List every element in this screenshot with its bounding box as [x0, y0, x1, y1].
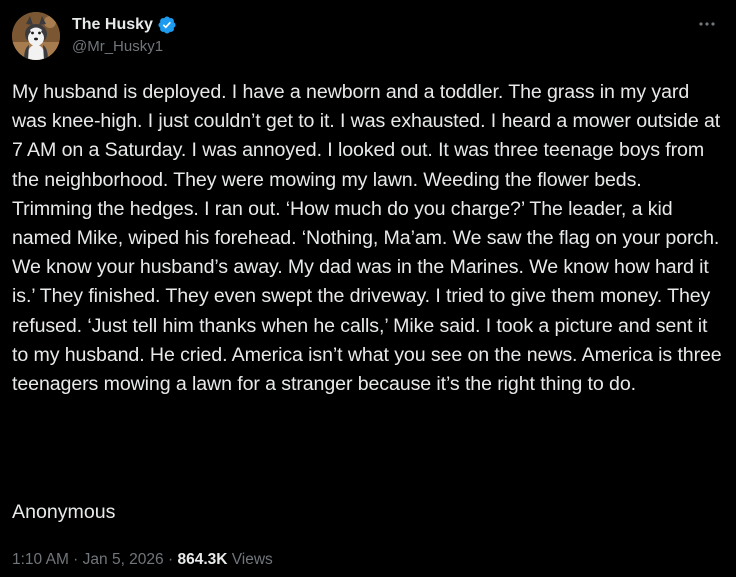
post-time[interactable]: 1:10 AM [12, 551, 69, 568]
views-label: Views [227, 551, 273, 568]
display-name-row: The Husky [72, 14, 177, 36]
views-count[interactable]: 864.3K [177, 551, 227, 568]
post-date[interactable]: Jan 5, 2026 [83, 551, 164, 568]
author-handle[interactable]: @Mr_Husky1 [72, 37, 177, 57]
post-header: The Husky @Mr_Husky1 [12, 12, 724, 60]
post-text: My husband is deployed. I have a newborn… [12, 78, 724, 399]
post-signoff: Anonymous [12, 501, 116, 523]
meta-separator: · [163, 551, 178, 568]
ellipsis-icon[interactable] [696, 14, 718, 34]
post-body-paragraph: My husband is deployed. I have a newborn… [12, 81, 722, 396]
avatar[interactable] [12, 12, 60, 60]
husky-dog-avatar-icon [12, 12, 60, 60]
display-name[interactable]: The Husky [72, 15, 153, 35]
author-names: The Husky @Mr_Husky1 [72, 14, 177, 57]
meta-separator: · [68, 551, 83, 568]
post-meta: 1:10 AM · Jan 5, 2026 · 864.3K Views [12, 550, 273, 570]
verified-badge-icon[interactable] [157, 15, 177, 35]
